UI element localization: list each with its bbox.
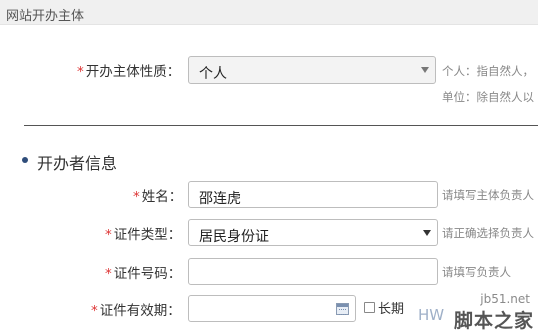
id-type-select-value: 居民身份证 bbox=[199, 229, 269, 245]
id-validity-date-input[interactable] bbox=[188, 295, 356, 322]
section-title: 网站开办主体 bbox=[6, 9, 85, 24]
required-mark: * bbox=[105, 266, 112, 282]
id-number-hint: 请填写负责人 bbox=[442, 265, 511, 279]
watermark-prefix: HW bbox=[418, 306, 445, 324]
nature-select[interactable]: 个人 bbox=[188, 56, 436, 84]
watermark-logo: 脚本之家 bbox=[453, 310, 534, 332]
name-input-value: 邵连虎 bbox=[199, 191, 241, 207]
group-title-text: 开办者信息 bbox=[37, 154, 118, 173]
id-type-select[interactable]: 居民身份证 bbox=[188, 219, 438, 246]
long-term-label: 长期 bbox=[378, 302, 405, 317]
calendar-icon[interactable] bbox=[336, 303, 349, 315]
id-type-label-text: 证件类型： bbox=[113, 227, 182, 243]
nature-label-text: 开办主体性质： bbox=[85, 64, 181, 80]
chevron-down-icon bbox=[421, 67, 429, 73]
long-term-checkbox[interactable] bbox=[364, 302, 375, 313]
required-mark: * bbox=[77, 64, 84, 80]
name-label-text: 姓名： bbox=[141, 189, 183, 205]
nature-hint-line2: 单位：除自然人以 bbox=[442, 90, 534, 104]
divider bbox=[24, 125, 538, 126]
id-validity-label-text: 证件有效期： bbox=[99, 303, 181, 319]
chevron-down-icon bbox=[423, 230, 431, 236]
id-number-label-text: 证件号码： bbox=[113, 266, 182, 282]
required-mark: * bbox=[91, 303, 98, 319]
nature-label: * 开办主体性质： bbox=[77, 60, 180, 80]
id-number-input[interactable] bbox=[188, 258, 438, 285]
id-type-hint: 请正确选择负责人 bbox=[442, 226, 534, 240]
name-hint: 请填写主体负责人 bbox=[442, 188, 534, 202]
watermark-url: jb51.net bbox=[480, 292, 530, 306]
nature-hint-line1: 个人：指自然人， bbox=[442, 64, 534, 78]
id-type-label: * 证件类型： bbox=[105, 223, 181, 243]
bullet-icon bbox=[22, 157, 28, 163]
nature-select-value: 个人 bbox=[199, 66, 227, 82]
required-mark: * bbox=[105, 227, 112, 243]
required-mark: * bbox=[133, 189, 140, 205]
section-header: 网站开办主体 bbox=[0, 0, 538, 25]
name-label: * 姓名： bbox=[133, 185, 182, 205]
id-number-label: * 证件号码： bbox=[105, 262, 181, 282]
name-input[interactable]: 邵连虎 bbox=[188, 181, 438, 208]
id-validity-label: * 证件有效期： bbox=[91, 299, 181, 319]
